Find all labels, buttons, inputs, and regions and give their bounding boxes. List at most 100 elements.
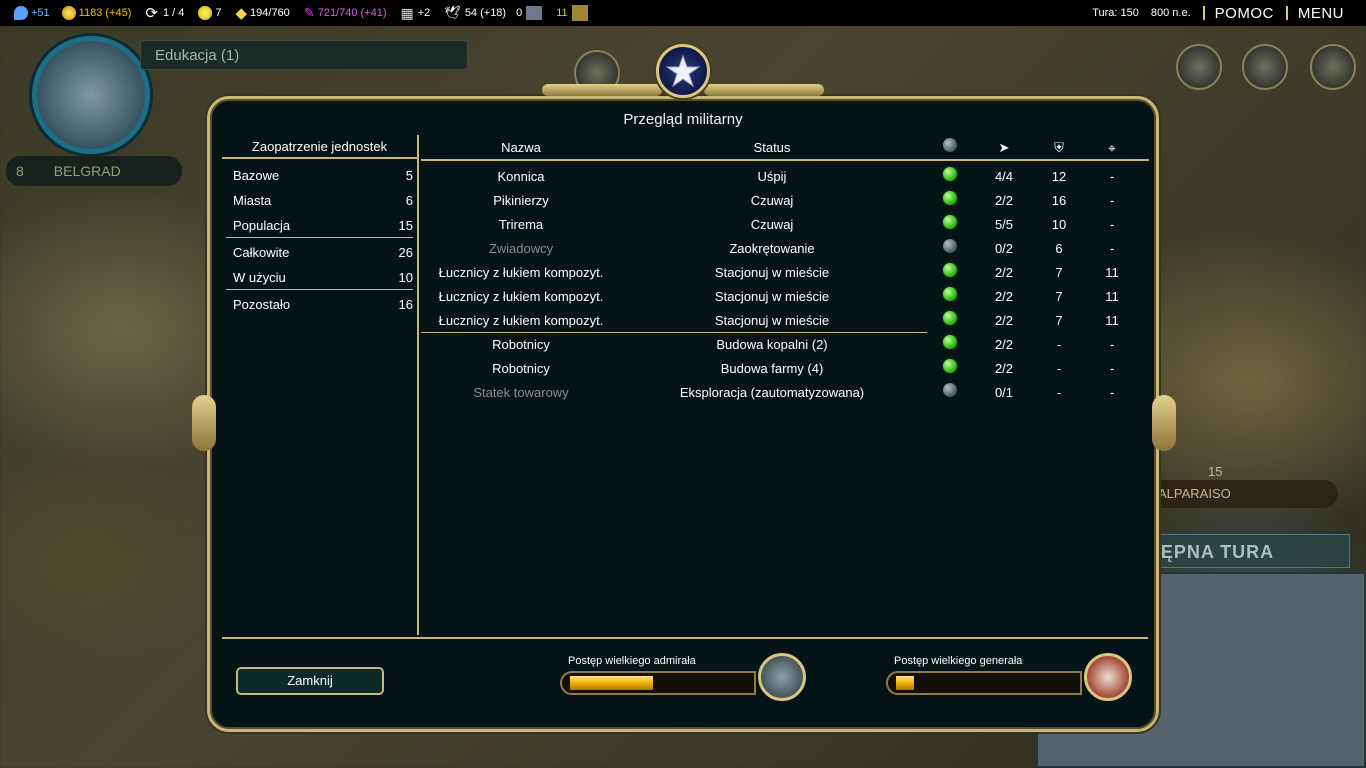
horses-icon bbox=[571, 5, 588, 21]
unit-status: Budowa farmy (4) bbox=[720, 361, 824, 376]
unit-row[interactable]: Łucznicy z łukiem kompozyt. Stacjonuj w m… bbox=[421, 261, 1149, 285]
sort-by-status[interactable]: Status bbox=[661, 140, 883, 155]
supply-label: Bazowe bbox=[233, 168, 280, 183]
city-size: 8 bbox=[16, 163, 24, 179]
unit-status: Stacjonuj w mieście bbox=[714, 265, 830, 280]
supply-label: Populacja bbox=[233, 218, 291, 233]
help-button[interactable]: POMOC bbox=[1215, 5, 1274, 22]
general-progress-track bbox=[886, 671, 1082, 695]
trade-routes-icon: ⟳ bbox=[145, 5, 158, 22]
supply-row: Miasta 6 bbox=[222, 188, 417, 213]
education-bar[interactable]: Edukacja (1) bbox=[140, 40, 468, 70]
culture-stat[interactable]: ✎ 721/740 (+41) bbox=[304, 5, 387, 21]
supply-row: Pozostało 16 bbox=[222, 292, 417, 317]
unit-active-indicator bbox=[937, 311, 963, 328]
unit-moves: 2/2 bbox=[994, 265, 1014, 280]
unit-name: Robotnicy bbox=[492, 361, 550, 376]
leader-portrait[interactable] bbox=[32, 36, 150, 154]
unit-status: Zaokrętowanie bbox=[729, 241, 815, 256]
city-banner-belgrad[interactable]: 8 BELGRAD bbox=[6, 156, 182, 186]
great-general-icon bbox=[1084, 653, 1132, 701]
unit-row[interactable]: Łucznicy z łukiem kompozyt. Stacjonuj w m… bbox=[421, 285, 1149, 309]
unit-status: Czuwaj bbox=[750, 217, 794, 232]
tourism-value: +2 bbox=[417, 7, 431, 19]
unit-ranged: - bbox=[1109, 193, 1115, 208]
spies-stat[interactable]: 0 bbox=[516, 6, 543, 20]
faith-stat[interactable]: 🕊 54 (+18) bbox=[444, 5, 506, 21]
civilopedia-button[interactable] bbox=[1176, 44, 1222, 90]
science-stat[interactable]: +51 bbox=[14, 6, 50, 20]
trade-routes-stat[interactable]: ⟳ 1 / 4 bbox=[145, 4, 184, 22]
unit-row[interactable]: Statek towarowy Eksploracja (zautomatyzow… bbox=[421, 381, 1149, 405]
year-label: 800 n.e. bbox=[1150, 7, 1191, 19]
unit-active-indicator bbox=[937, 215, 963, 232]
military-overview-dialog: Przegląd militarny Zaopatrzenie jednoste… bbox=[207, 96, 1159, 732]
unit-moves: 4/4 bbox=[994, 169, 1014, 184]
unit-ranged: 11 bbox=[1105, 313, 1119, 328]
gold-stat[interactable]: 1183 (+45) bbox=[61, 6, 132, 20]
strategic-resources-stat[interactable]: 11 bbox=[556, 5, 588, 21]
supply-value: 6 bbox=[405, 193, 413, 208]
strategic-value: 11 bbox=[556, 7, 568, 19]
unit-name: Łucznicy z łukiem kompozyt. bbox=[438, 265, 604, 280]
unit-name: Robotnicy bbox=[492, 337, 550, 352]
close-button[interactable]: Zamknij bbox=[236, 667, 384, 695]
unit-row[interactable]: Trirema Czuwaj 5/5 10 - bbox=[421, 213, 1149, 237]
unit-row[interactable]: Pikinierzy Czuwaj 2/2 16 - bbox=[421, 189, 1149, 213]
great-general-progress: Postęp wielkiego generała bbox=[886, 653, 1132, 701]
unit-rows: Konnica Uśpij 4/4 12 - Pikinierzy Czuwaj 2/2 16 -… bbox=[421, 161, 1149, 405]
happiness-stat[interactable]: 7 bbox=[198, 6, 221, 20]
active-dot-icon bbox=[943, 287, 957, 301]
unit-supply-panel: Zaopatrzenie jednostek Bazowe 5 Miasta 6… bbox=[222, 135, 419, 635]
active-dot-icon bbox=[943, 311, 957, 325]
sort-by-movement[interactable]: ➤ bbox=[986, 140, 1022, 156]
supply-value: 10 bbox=[398, 270, 413, 285]
active-dot-icon bbox=[943, 359, 957, 373]
diplomacy-button[interactable] bbox=[1310, 44, 1356, 90]
sort-by-name[interactable]: Nazwa bbox=[421, 140, 621, 155]
sort-by-status-dot[interactable] bbox=[937, 138, 963, 155]
unit-strength: - bbox=[1056, 361, 1062, 376]
unit-row[interactable]: Zwiadowcy Zaokrętowanie 0/2 6 - bbox=[421, 237, 1149, 261]
unit-list-header: Nazwa Status ➤ ⛨ ⌖ bbox=[421, 135, 1149, 161]
happiness-value: 7 bbox=[215, 7, 222, 19]
footer-divider bbox=[222, 637, 1148, 639]
admiral-progress-label: Postęp wielkiego admirała bbox=[568, 655, 696, 667]
supply-value: 15 bbox=[398, 218, 413, 233]
sort-by-strength[interactable]: ⛨ bbox=[1041, 140, 1077, 156]
sort-by-ranged[interactable]: ⌖ bbox=[1094, 140, 1130, 157]
topbar-right: Tura: 150 800 n.e. POMOC MENU bbox=[1092, 0, 1344, 26]
unit-status: Stacjonuj w mieście bbox=[714, 313, 830, 328]
active-dot-icon bbox=[943, 263, 957, 277]
unit-row[interactable]: Łucznicy z łukiem kompozyt. Stacjonuj w m… bbox=[421, 309, 1119, 333]
tourism-stat[interactable]: ▦ +2 bbox=[401, 5, 431, 22]
unit-status: Budowa kopalni (2) bbox=[716, 337, 828, 352]
supply-label: Całkowite bbox=[233, 245, 290, 260]
unit-moves: 2/2 bbox=[994, 337, 1014, 352]
general-progress-label: Postęp wielkiego generała bbox=[894, 655, 1023, 667]
golden-age-stat[interactable]: ◆ 194/760 bbox=[235, 4, 289, 22]
great-admiral-icon bbox=[758, 653, 806, 701]
active-dot-icon bbox=[943, 167, 957, 181]
unit-active-indicator bbox=[937, 167, 963, 184]
unit-row[interactable]: Robotnicy Budowa kopalni (2) 2/2 - - bbox=[421, 333, 1149, 357]
separator bbox=[1285, 6, 1288, 20]
culture-icon: ✎ bbox=[303, 5, 315, 20]
supply-value: 5 bbox=[405, 168, 413, 183]
unit-row[interactable]: Konnica Uśpij 4/4 12 - bbox=[421, 165, 1149, 189]
dialog-left-tab bbox=[192, 395, 216, 451]
unit-ranged: - bbox=[1109, 361, 1115, 376]
supply-value: 16 bbox=[398, 297, 413, 312]
unit-active-indicator bbox=[937, 359, 963, 376]
unit-name: Zwiadowcy bbox=[488, 241, 554, 256]
emblem-wing-right bbox=[704, 84, 824, 96]
active-dot-icon bbox=[943, 215, 957, 229]
inactive-dot-icon bbox=[943, 239, 957, 253]
gold-value: 1183 (+45) bbox=[78, 7, 132, 19]
right-city-defense: 15 bbox=[1208, 464, 1223, 479]
unit-row[interactable]: Robotnicy Budowa farmy (4) 2/2 - - bbox=[421, 357, 1149, 381]
ranged-icon: ⌖ bbox=[1108, 140, 1116, 156]
menu-button[interactable]: MENU bbox=[1298, 5, 1344, 22]
military-button[interactable] bbox=[1242, 44, 1288, 90]
faith-value: 54 (+18) bbox=[464, 7, 507, 19]
